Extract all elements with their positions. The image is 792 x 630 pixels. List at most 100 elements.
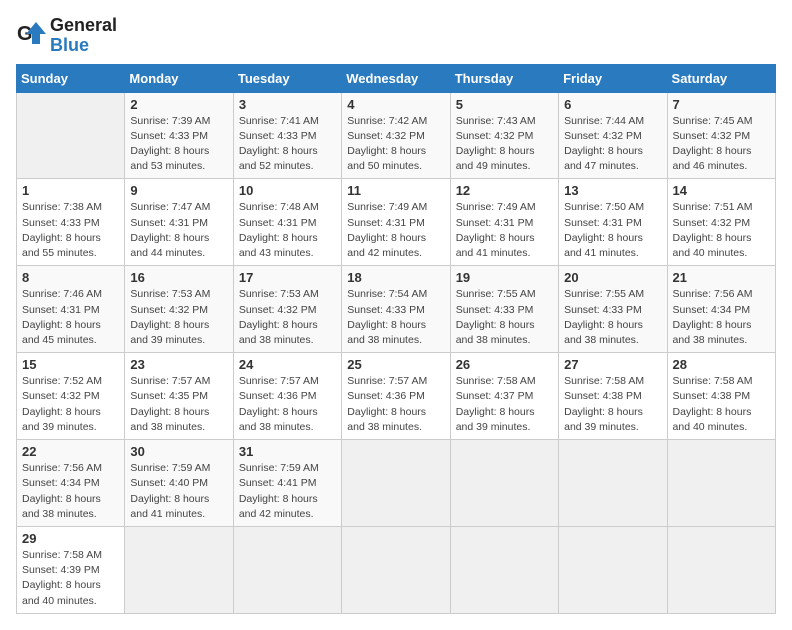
- day-cell-26: 26 Sunrise: 7:58 AM Sunset: 4:37 PM Dayl…: [450, 353, 558, 440]
- day-cell-20: 20 Sunrise: 7:55 AM Sunset: 4:33 PM Dayl…: [559, 266, 667, 353]
- day-info: Sunrise: 7:50 AM Sunset: 4:31 PM Dayligh…: [564, 200, 661, 261]
- day-info: Sunrise: 7:55 AM Sunset: 4:33 PM Dayligh…: [456, 287, 553, 348]
- day-info: Sunrise: 7:43 AM Sunset: 4:32 PM Dayligh…: [456, 114, 553, 175]
- day-info: Sunrise: 7:49 AM Sunset: 4:31 PM Dayligh…: [347, 200, 444, 261]
- day-number: 14: [673, 183, 770, 198]
- day-cell-11: 11 Sunrise: 7:49 AM Sunset: 4:31 PM Dayl…: [342, 179, 450, 266]
- calendar-row-1: 1 Sunrise: 7:38 AM Sunset: 4:33 PM Dayli…: [17, 179, 776, 266]
- day-number: 10: [239, 183, 336, 198]
- calendar-row-2: 8 Sunrise: 7:46 AM Sunset: 4:31 PM Dayli…: [17, 266, 776, 353]
- day-info: Sunrise: 7:58 AM Sunset: 4:38 PM Dayligh…: [564, 374, 661, 435]
- empty-cell: [450, 526, 558, 613]
- day-number: 20: [564, 270, 661, 285]
- day-number: 4: [347, 97, 444, 112]
- day-info: Sunrise: 7:55 AM Sunset: 4:33 PM Dayligh…: [564, 287, 661, 348]
- day-info: Sunrise: 7:59 AM Sunset: 4:41 PM Dayligh…: [239, 461, 336, 522]
- empty-cell: [667, 526, 775, 613]
- day-cell-3: 3 Sunrise: 7:41 AM Sunset: 4:33 PM Dayli…: [233, 92, 341, 179]
- day-number: 30: [130, 444, 227, 459]
- day-info: Sunrise: 7:58 AM Sunset: 4:38 PM Dayligh…: [673, 374, 770, 435]
- day-cell-25: 25 Sunrise: 7:57 AM Sunset: 4:36 PM Dayl…: [342, 353, 450, 440]
- day-cell-7: 7 Sunrise: 7:45 AM Sunset: 4:32 PM Dayli…: [667, 92, 775, 179]
- day-info: Sunrise: 7:47 AM Sunset: 4:31 PM Dayligh…: [130, 200, 227, 261]
- calendar-row-3: 15 Sunrise: 7:52 AM Sunset: 4:32 PM Dayl…: [17, 353, 776, 440]
- day-cell-13: 13 Sunrise: 7:50 AM Sunset: 4:31 PM Dayl…: [559, 179, 667, 266]
- day-cell-22: 22 Sunrise: 7:56 AM Sunset: 4:34 PM Dayl…: [17, 440, 125, 527]
- day-number: 24: [239, 357, 336, 372]
- day-header-tuesday: Tuesday: [233, 64, 341, 92]
- day-number: 6: [564, 97, 661, 112]
- day-header-monday: Monday: [125, 64, 233, 92]
- day-info: Sunrise: 7:48 AM Sunset: 4:31 PM Dayligh…: [239, 200, 336, 261]
- calendar-row-0: 2 Sunrise: 7:39 AM Sunset: 4:33 PM Dayli…: [17, 92, 776, 179]
- day-number: 3: [239, 97, 336, 112]
- day-cell-19: 19 Sunrise: 7:55 AM Sunset: 4:33 PM Dayl…: [450, 266, 558, 353]
- day-cell-17: 17 Sunrise: 7:53 AM Sunset: 4:32 PM Dayl…: [233, 266, 341, 353]
- day-info: Sunrise: 7:44 AM Sunset: 4:32 PM Dayligh…: [564, 114, 661, 175]
- day-info: Sunrise: 7:39 AM Sunset: 4:33 PM Dayligh…: [130, 114, 227, 175]
- day-info: Sunrise: 7:49 AM Sunset: 4:31 PM Dayligh…: [456, 200, 553, 261]
- day-info: Sunrise: 7:57 AM Sunset: 4:35 PM Dayligh…: [130, 374, 227, 435]
- day-cell-9: 9 Sunrise: 7:47 AM Sunset: 4:31 PM Dayli…: [125, 179, 233, 266]
- day-cell-5: 5 Sunrise: 7:43 AM Sunset: 4:32 PM Dayli…: [450, 92, 558, 179]
- day-cell-28: 28 Sunrise: 7:58 AM Sunset: 4:38 PM Dayl…: [667, 353, 775, 440]
- day-number: 18: [347, 270, 444, 285]
- day-number: 17: [239, 270, 336, 285]
- day-number: 13: [564, 183, 661, 198]
- day-info: Sunrise: 7:52 AM Sunset: 4:32 PM Dayligh…: [22, 374, 119, 435]
- day-info: Sunrise: 7:58 AM Sunset: 4:39 PM Dayligh…: [22, 548, 119, 609]
- day-number: 23: [130, 357, 227, 372]
- day-info: Sunrise: 7:42 AM Sunset: 4:32 PM Dayligh…: [347, 114, 444, 175]
- day-number: 27: [564, 357, 661, 372]
- day-info: Sunrise: 7:58 AM Sunset: 4:37 PM Dayligh…: [456, 374, 553, 435]
- day-number: 7: [673, 97, 770, 112]
- day-header-saturday: Saturday: [667, 64, 775, 92]
- day-cell-31: 31 Sunrise: 7:59 AM Sunset: 4:41 PM Dayl…: [233, 440, 341, 527]
- day-number: 29: [22, 531, 119, 546]
- day-number: 9: [130, 183, 227, 198]
- day-header-wednesday: Wednesday: [342, 64, 450, 92]
- day-info: Sunrise: 7:59 AM Sunset: 4:40 PM Dayligh…: [130, 461, 227, 522]
- day-number: 19: [456, 270, 553, 285]
- day-number: 21: [673, 270, 770, 285]
- day-header-thursday: Thursday: [450, 64, 558, 92]
- day-cell-1: 1 Sunrise: 7:38 AM Sunset: 4:33 PM Dayli…: [17, 179, 125, 266]
- day-number: 5: [456, 97, 553, 112]
- calendar-header-row: SundayMondayTuesdayWednesdayThursdayFrid…: [17, 64, 776, 92]
- logo: G General Blue: [16, 16, 117, 56]
- day-cell-14: 14 Sunrise: 7:51 AM Sunset: 4:32 PM Dayl…: [667, 179, 775, 266]
- empty-cell: [342, 440, 450, 527]
- empty-cell: [342, 526, 450, 613]
- calendar-row-5: 29 Sunrise: 7:58 AM Sunset: 4:39 PM Dayl…: [17, 526, 776, 613]
- day-cell-29: 29 Sunrise: 7:58 AM Sunset: 4:39 PM Dayl…: [17, 526, 125, 613]
- day-info: Sunrise: 7:56 AM Sunset: 4:34 PM Dayligh…: [673, 287, 770, 348]
- empty-cell: [559, 440, 667, 527]
- empty-cell: [667, 440, 775, 527]
- day-cell-16: 16 Sunrise: 7:53 AM Sunset: 4:32 PM Dayl…: [125, 266, 233, 353]
- empty-cell: [17, 92, 125, 179]
- page-header: G General Blue: [16, 16, 776, 56]
- day-cell-4: 4 Sunrise: 7:42 AM Sunset: 4:32 PM Dayli…: [342, 92, 450, 179]
- day-cell-6: 6 Sunrise: 7:44 AM Sunset: 4:32 PM Dayli…: [559, 92, 667, 179]
- day-cell-23: 23 Sunrise: 7:57 AM Sunset: 4:35 PM Dayl…: [125, 353, 233, 440]
- day-info: Sunrise: 7:57 AM Sunset: 4:36 PM Dayligh…: [347, 374, 444, 435]
- day-number: 26: [456, 357, 553, 372]
- day-number: 1: [22, 183, 119, 198]
- day-number: 2: [130, 97, 227, 112]
- day-cell-18: 18 Sunrise: 7:54 AM Sunset: 4:33 PM Dayl…: [342, 266, 450, 353]
- day-info: Sunrise: 7:41 AM Sunset: 4:33 PM Dayligh…: [239, 114, 336, 175]
- day-number: 8: [22, 270, 119, 285]
- calendar-row-4: 22 Sunrise: 7:56 AM Sunset: 4:34 PM Dayl…: [17, 440, 776, 527]
- day-info: Sunrise: 7:56 AM Sunset: 4:34 PM Dayligh…: [22, 461, 119, 522]
- day-number: 22: [22, 444, 119, 459]
- empty-cell: [450, 440, 558, 527]
- day-cell-2: 2 Sunrise: 7:39 AM Sunset: 4:33 PM Dayli…: [125, 92, 233, 179]
- day-cell-12: 12 Sunrise: 7:49 AM Sunset: 4:31 PM Dayl…: [450, 179, 558, 266]
- day-cell-27: 27 Sunrise: 7:58 AM Sunset: 4:38 PM Dayl…: [559, 353, 667, 440]
- day-cell-24: 24 Sunrise: 7:57 AM Sunset: 4:36 PM Dayl…: [233, 353, 341, 440]
- day-number: 16: [130, 270, 227, 285]
- day-info: Sunrise: 7:57 AM Sunset: 4:36 PM Dayligh…: [239, 374, 336, 435]
- calendar: SundayMondayTuesdayWednesdayThursdayFrid…: [16, 64, 776, 614]
- day-number: 25: [347, 357, 444, 372]
- day-cell-21: 21 Sunrise: 7:56 AM Sunset: 4:34 PM Dayl…: [667, 266, 775, 353]
